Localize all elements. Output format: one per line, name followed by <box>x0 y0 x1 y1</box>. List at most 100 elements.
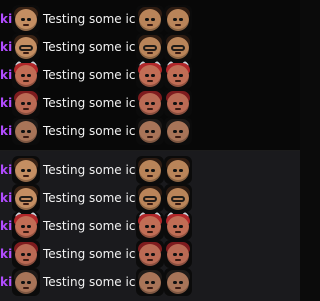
emote-3[interactable] <box>164 184 192 212</box>
eye-right <box>27 253 31 256</box>
mouth <box>175 80 181 82</box>
mouth <box>23 80 29 82</box>
eye-right <box>151 225 155 228</box>
eye-left <box>173 18 177 21</box>
face-with-glasses-icon <box>164 184 192 212</box>
eye-right <box>179 18 183 21</box>
face-red-hair-icon <box>136 89 164 117</box>
emote-3[interactable] <box>164 117 192 145</box>
emote-3[interactable] <box>164 240 192 268</box>
face <box>167 244 189 266</box>
face-with-glasses-icon <box>164 33 192 61</box>
face-brown-hair-icon <box>164 268 192 296</box>
face <box>139 9 161 31</box>
face <box>167 160 189 182</box>
chat-row: ki: Testing some icons <box>0 156 300 184</box>
emote-1[interactable] <box>12 184 40 212</box>
mouth <box>147 80 153 82</box>
face <box>15 9 37 31</box>
mouth <box>23 24 29 26</box>
chat-block-bottom: ki: Testing some icons ki: Testing some … <box>0 151 300 301</box>
face <box>139 272 161 294</box>
chat-row: ki: Testing some icons <box>0 212 300 240</box>
face-red-hair-icon <box>12 240 40 268</box>
chat-block-top: ki: Testing some icons ki: Testing some … <box>0 0 300 151</box>
eye-right <box>179 225 183 228</box>
emote-1[interactable] <box>12 212 40 240</box>
emote-1[interactable] <box>12 5 40 33</box>
chat-row: ki: Testing some icons <box>0 184 300 212</box>
mouth <box>147 259 153 261</box>
face-with-glasses-icon <box>12 184 40 212</box>
face <box>139 216 161 238</box>
face-red-hair-icon <box>164 89 192 117</box>
face <box>139 93 161 115</box>
emote-2[interactable] <box>136 212 164 240</box>
eye-left <box>173 102 177 105</box>
emote-1[interactable] <box>12 156 40 184</box>
emote-2[interactable] <box>136 268 164 296</box>
mouth <box>23 175 29 177</box>
eye-left <box>21 74 25 77</box>
eye-right <box>27 225 31 228</box>
chat-row: ki: Testing some icons <box>0 5 300 33</box>
emote-1[interactable] <box>12 61 40 89</box>
mouth <box>147 136 153 138</box>
emote-3[interactable] <box>164 212 192 240</box>
face <box>15 272 37 294</box>
mouth <box>175 203 181 205</box>
face-with-glasses-icon <box>136 33 164 61</box>
chat-row: ki: Testing some icons <box>0 117 300 145</box>
eye-right <box>151 253 155 256</box>
emote-2[interactable] <box>136 61 164 89</box>
glasses <box>19 45 33 51</box>
eye-left <box>145 74 149 77</box>
glasses <box>171 45 185 51</box>
emote-2[interactable] <box>136 89 164 117</box>
face-red-hair-horns-icon <box>136 61 164 89</box>
eye-left <box>145 253 149 256</box>
face <box>15 160 37 182</box>
face <box>15 121 37 143</box>
eye-left <box>173 130 177 133</box>
face <box>139 121 161 143</box>
emote-3[interactable] <box>164 156 192 184</box>
emote-2[interactable] <box>136 5 164 33</box>
emote-3[interactable] <box>164 61 192 89</box>
emote-3[interactable] <box>164 5 192 33</box>
mouth <box>23 287 29 289</box>
mouth <box>23 136 29 138</box>
face <box>167 121 189 143</box>
eye-left <box>173 169 177 172</box>
emote-2[interactable] <box>136 33 164 61</box>
eye-right <box>27 102 31 105</box>
face-brown-hair-icon <box>12 117 40 145</box>
mouth <box>147 108 153 110</box>
emote-2[interactable] <box>136 184 164 212</box>
face <box>15 244 37 266</box>
eye-right <box>151 18 155 21</box>
emote-2[interactable] <box>136 156 164 184</box>
emote-1[interactable] <box>12 268 40 296</box>
emote-2[interactable] <box>136 117 164 145</box>
emote-3[interactable] <box>164 33 192 61</box>
face <box>167 65 189 87</box>
mouth <box>175 24 181 26</box>
mouth <box>147 24 153 26</box>
mouth <box>23 203 29 205</box>
emote-3[interactable] <box>164 89 192 117</box>
emote-1[interactable] <box>12 33 40 61</box>
mouth <box>175 108 181 110</box>
emote-1[interactable] <box>12 89 40 117</box>
emote-3[interactable] <box>164 268 192 296</box>
face <box>167 9 189 31</box>
emote-1[interactable] <box>12 117 40 145</box>
emote-1[interactable] <box>12 240 40 268</box>
emote-2[interactable] <box>136 240 164 268</box>
eye-right <box>151 169 155 172</box>
eye-left <box>145 102 149 105</box>
mouth <box>23 52 29 54</box>
face-brown-hair-icon <box>12 268 40 296</box>
face-red-hair-horns-icon <box>12 61 40 89</box>
eye-right <box>151 130 155 133</box>
